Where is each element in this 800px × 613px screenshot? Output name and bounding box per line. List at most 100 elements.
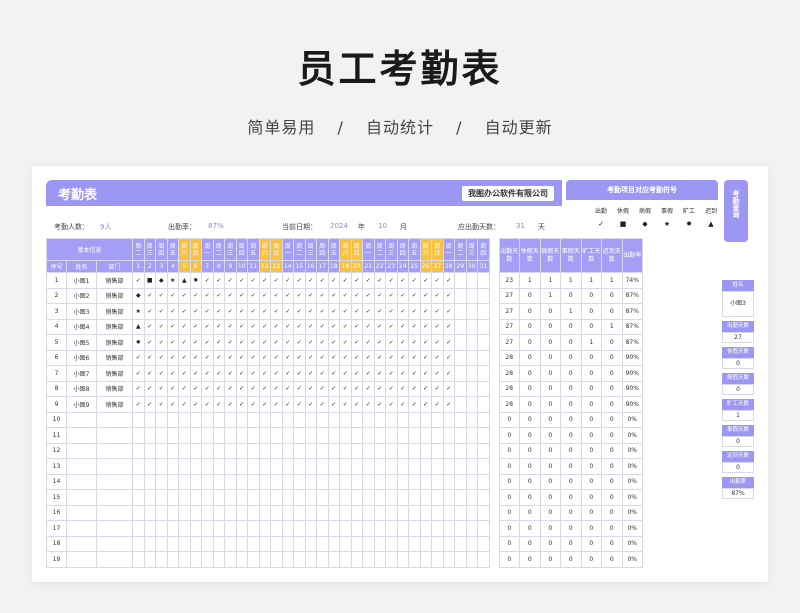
attendance-cell[interactable]: ✓ bbox=[396, 349, 409, 366]
attendance-cell[interactable]: ✓ bbox=[304, 396, 317, 413]
attendance-cell[interactable] bbox=[442, 535, 455, 552]
attendance-cell[interactable] bbox=[454, 303, 467, 320]
attendance-cell[interactable]: ✓ bbox=[408, 365, 421, 382]
attendance-cell[interactable] bbox=[419, 411, 432, 428]
attendance-cell[interactable]: ✓ bbox=[235, 334, 248, 351]
attendance-cell[interactable]: ✓ bbox=[166, 380, 179, 397]
attendance-cell[interactable]: ✓ bbox=[316, 380, 329, 397]
attendance-cell[interactable]: ✓ bbox=[201, 287, 214, 304]
attendance-cell[interactable] bbox=[465, 349, 478, 366]
attendance-cell[interactable]: ✓ bbox=[201, 334, 214, 351]
attendance-cell[interactable] bbox=[454, 489, 467, 506]
attendance-cell[interactable] bbox=[270, 442, 283, 459]
attendance-cell[interactable]: ✓ bbox=[189, 396, 202, 413]
row-name[interactable] bbox=[66, 411, 97, 428]
attendance-cell[interactable] bbox=[465, 458, 478, 475]
attendance-cell[interactable] bbox=[247, 442, 260, 459]
attendance-cell[interactable] bbox=[431, 442, 444, 459]
attendance-cell[interactable]: ✓ bbox=[178, 334, 191, 351]
attendance-cell[interactable]: ✓ bbox=[339, 349, 352, 366]
attendance-cell[interactable]: ✓ bbox=[327, 380, 340, 397]
attendance-cell[interactable]: ✓ bbox=[235, 380, 248, 397]
attendance-cell[interactable]: ✓ bbox=[431, 396, 444, 413]
attendance-cell[interactable]: ✓ bbox=[201, 396, 214, 413]
attendance-cell[interactable]: ✓ bbox=[408, 287, 421, 304]
attendance-cell[interactable] bbox=[385, 489, 398, 506]
attendance-cell[interactable]: ✓ bbox=[327, 396, 340, 413]
attendance-cell[interactable]: ✓ bbox=[212, 349, 225, 366]
attendance-cell[interactable] bbox=[385, 411, 398, 428]
attendance-cell[interactable] bbox=[477, 287, 490, 304]
attendance-cell[interactable]: ✓ bbox=[247, 334, 260, 351]
attendance-cell[interactable] bbox=[454, 427, 467, 444]
attendance-cell[interactable]: ✓ bbox=[212, 287, 225, 304]
attendance-cell[interactable] bbox=[465, 551, 478, 568]
attendance-cell[interactable]: ✓ bbox=[143, 380, 156, 397]
attendance-cell[interactable]: ✓ bbox=[235, 349, 248, 366]
attendance-cell[interactable] bbox=[465, 427, 478, 444]
attendance-cell[interactable] bbox=[431, 520, 444, 537]
attendance-cell[interactable] bbox=[454, 551, 467, 568]
attendance-cell[interactable] bbox=[281, 551, 294, 568]
attendance-cell[interactable] bbox=[304, 551, 317, 568]
attendance-cell[interactable] bbox=[155, 551, 168, 568]
attendance-cell[interactable]: ✓ bbox=[431, 318, 444, 335]
attendance-cell[interactable]: ✓ bbox=[201, 365, 214, 382]
attendance-cell[interactable] bbox=[258, 489, 271, 506]
attendance-cell[interactable]: ✓ bbox=[419, 303, 432, 320]
attendance-cell[interactable] bbox=[132, 442, 145, 459]
attendance-cell[interactable] bbox=[201, 458, 214, 475]
attendance-cell[interactable] bbox=[431, 458, 444, 475]
attendance-cell[interactable]: ✓ bbox=[362, 349, 375, 366]
attendance-cell[interactable] bbox=[270, 535, 283, 552]
attendance-cell[interactable] bbox=[316, 504, 329, 521]
attendance-cell[interactable]: ✓ bbox=[385, 303, 398, 320]
attendance-cell[interactable] bbox=[258, 520, 271, 537]
attendance-cell[interactable] bbox=[201, 551, 214, 568]
attendance-cell[interactable] bbox=[235, 489, 248, 506]
attendance-cell[interactable]: ✓ bbox=[419, 334, 432, 351]
attendance-cell[interactable] bbox=[477, 396, 490, 413]
row-name[interactable] bbox=[66, 427, 97, 444]
attendance-cell[interactable]: ✓ bbox=[362, 396, 375, 413]
attendance-cell[interactable] bbox=[465, 520, 478, 537]
attendance-cell[interactable] bbox=[293, 442, 306, 459]
attendance-cell[interactable]: ✓ bbox=[339, 334, 352, 351]
row-dept[interactable]: 销售部 bbox=[96, 349, 133, 366]
attendance-cell[interactable] bbox=[155, 442, 168, 459]
attendance-cell[interactable]: ✓ bbox=[327, 287, 340, 304]
attendance-cell[interactable]: ✓ bbox=[304, 380, 317, 397]
attendance-cell[interactable]: ✓ bbox=[143, 303, 156, 320]
attendance-cell[interactable] bbox=[143, 489, 156, 506]
attendance-cell[interactable]: ✓ bbox=[316, 396, 329, 413]
attendance-cell[interactable] bbox=[408, 427, 421, 444]
attendance-cell[interactable] bbox=[258, 535, 271, 552]
attendance-cell[interactable] bbox=[166, 411, 179, 428]
attendance-cell[interactable] bbox=[132, 504, 145, 521]
attendance-cell[interactable]: ✓ bbox=[258, 349, 271, 366]
attendance-cell[interactable] bbox=[166, 551, 179, 568]
attendance-cell[interactable]: ✓ bbox=[270, 318, 283, 335]
headcount-value[interactable]: 9人 bbox=[100, 222, 111, 232]
attendance-cell[interactable] bbox=[224, 551, 237, 568]
attendance-cell[interactable] bbox=[362, 504, 375, 521]
attendance-cell[interactable] bbox=[247, 473, 260, 490]
attendance-cell[interactable]: ✓ bbox=[258, 318, 271, 335]
attendance-cell[interactable] bbox=[270, 427, 283, 444]
attendance-cell[interactable] bbox=[247, 458, 260, 475]
attendance-cell[interactable] bbox=[396, 442, 409, 459]
attendance-cell[interactable] bbox=[155, 473, 168, 490]
attendance-cell[interactable] bbox=[281, 504, 294, 521]
attendance-cell[interactable] bbox=[201, 489, 214, 506]
attendance-cell[interactable] bbox=[408, 504, 421, 521]
attendance-cell[interactable] bbox=[350, 551, 363, 568]
attendance-cell[interactable]: ▲ bbox=[178, 272, 191, 289]
attendance-cell[interactable]: ✓ bbox=[258, 272, 271, 289]
attendance-cell[interactable]: ✓ bbox=[235, 272, 248, 289]
attendance-cell[interactable] bbox=[442, 520, 455, 537]
attendance-cell[interactable] bbox=[339, 520, 352, 537]
attendance-cell[interactable]: ✓ bbox=[155, 287, 168, 304]
attendance-cell[interactable] bbox=[178, 442, 191, 459]
attendance-cell[interactable]: ✓ bbox=[396, 365, 409, 382]
attendance-cell[interactable]: ✓ bbox=[201, 318, 214, 335]
